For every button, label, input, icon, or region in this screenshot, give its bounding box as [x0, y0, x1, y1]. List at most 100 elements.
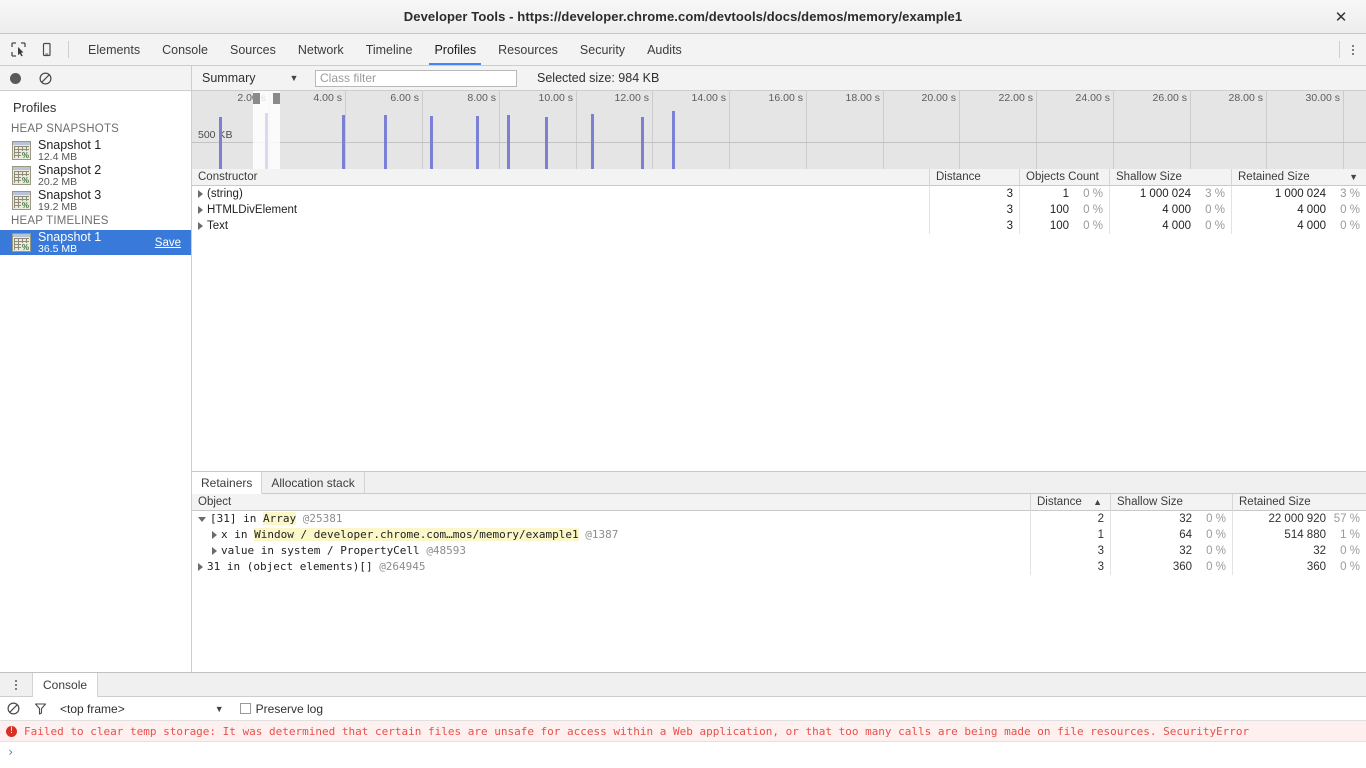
object-id: @48593	[426, 544, 466, 557]
preserve-log-checkbox[interactable]: Preserve log	[240, 702, 323, 716]
tab-allocation-stack[interactable]: Allocation stack	[262, 472, 364, 493]
shallow-size-pct: 3 %	[1191, 186, 1225, 202]
table-row[interactable]: [31] in Array @25381 2 320 % 22 000 9205…	[192, 511, 1366, 527]
sidebar-title: Profiles	[0, 91, 191, 121]
class-filter-input[interactable]	[315, 70, 517, 87]
close-window-button[interactable]: ✕	[1326, 0, 1356, 34]
cell-shallow-size: 320 %	[1110, 543, 1232, 559]
expand-triangle-icon[interactable]	[212, 547, 217, 555]
timeline-selection-left-handle[interactable]	[253, 93, 260, 104]
column-header-object[interactable]: Object	[192, 494, 1030, 511]
expand-triangle-icon[interactable]	[212, 531, 217, 539]
window-title: Developer Tools - https://developer.chro…	[404, 9, 962, 24]
column-header-shallow-size[interactable]: Shallow Size	[1110, 494, 1232, 511]
tab-sources[interactable]: Sources	[219, 34, 287, 65]
object-id: @25381	[303, 512, 343, 525]
tab-audits[interactable]: Audits	[636, 34, 693, 65]
expand-triangle-icon[interactable]	[198, 190, 203, 198]
sidebar-item-snapshot-3[interactable]: % Snapshot 3 19.2 MB	[0, 188, 191, 213]
execution-context-select[interactable]: <top frame> ▼	[60, 702, 224, 716]
heap-timeline-overview[interactable]: 2.00 s4.00 s6.00 s8.00 s10.00 s12.00 s14…	[192, 91, 1366, 169]
save-profile-link[interactable]: Save	[155, 237, 181, 249]
column-header-distance-label: Distance	[1037, 496, 1082, 508]
table-row[interactable]: 31 in (object elements)[] @264945 3 3600…	[192, 559, 1366, 575]
tab-network[interactable]: Network	[287, 34, 355, 65]
table-row[interactable]: value in system / PropertyCell @48593 3 …	[192, 543, 1366, 559]
more-options-icon[interactable]	[1340, 34, 1366, 65]
timeline-bar	[219, 117, 222, 169]
column-header-retained-size[interactable]: Retained Size ▼	[1231, 169, 1366, 186]
cell-retained-size: 1 000 0243 %	[1231, 186, 1366, 202]
drawer-tabbar: Console	[0, 673, 1366, 697]
expand-triangle-icon[interactable]	[198, 563, 203, 571]
tab-resources[interactable]: Resources	[487, 34, 569, 65]
column-header-distance[interactable]: Distance	[929, 169, 1019, 186]
cell-object: 31 in (object elements)[] @264945	[192, 559, 1030, 575]
console-error-message[interactable]: ! Failed to clear temp storage: It was d…	[0, 721, 1366, 742]
constructor-label: HTMLDivElement	[207, 204, 297, 216]
timeline-bar	[591, 114, 594, 169]
clear-console-icon[interactable]	[0, 702, 27, 715]
profiles-panel-toolbar: Summary ▼ Selected size: 984 KB	[0, 66, 1366, 91]
filter-icon[interactable]	[27, 702, 54, 715]
tab-elements[interactable]: Elements	[77, 34, 151, 65]
table-row[interactable]: (string) 3 10 % 1 000 0243 % 1 000 0243 …	[192, 186, 1366, 202]
drawer-more-options-icon[interactable]	[0, 673, 32, 696]
clear-profiles-icon[interactable]	[30, 72, 60, 85]
expand-triangle-icon[interactable]	[198, 206, 203, 214]
tab-profiles[interactable]: Profiles	[423, 34, 487, 65]
timeline-bar	[265, 113, 268, 169]
cell-objects-count: 10 %	[1019, 186, 1109, 202]
collapse-triangle-icon[interactable]	[198, 517, 206, 522]
sidebar-group-heap-snapshots: HEAP SNAPSHOTS	[0, 121, 191, 138]
record-icon[interactable]	[0, 73, 30, 84]
snapshot-icon: %	[12, 141, 31, 160]
expand-triangle-icon[interactable]	[198, 222, 203, 230]
column-header-constructor[interactable]: Constructor	[192, 169, 929, 186]
timeline-bar	[430, 116, 433, 169]
table-row[interactable]: Text 3 1000 % 4 0000 % 4 0000 %	[192, 218, 1366, 234]
profiles-sidebar: Profiles HEAP SNAPSHOTS % Snapshot 1 12.…	[0, 91, 192, 672]
view-mode-select[interactable]: Summary ▼	[202, 71, 302, 85]
table-row[interactable]: x in Window / developer.chrome.com…mos/m…	[192, 527, 1366, 543]
sidebar-item-timeline-snapshot-1[interactable]: % Snapshot 1 36.5 MB Save	[0, 230, 191, 255]
timeline-tick-label: 16.00 s	[769, 92, 803, 104]
column-header-objects-count[interactable]: Objects Count	[1019, 169, 1109, 186]
column-header-retained-size[interactable]: Retained Size	[1232, 494, 1366, 511]
inspect-element-icon[interactable]	[4, 34, 32, 65]
shallow-size-pct: 0 %	[1192, 543, 1226, 559]
timeline-selection-right-handle[interactable]	[273, 93, 280, 104]
timeline-bar	[641, 117, 644, 169]
tab-timeline[interactable]: Timeline	[355, 34, 424, 65]
sidebar-item-snapshot-2[interactable]: % Snapshot 2 20.2 MB	[0, 163, 191, 188]
retainers-tabbar: Retainers Allocation stack	[192, 472, 1366, 494]
timeline-tick-label: 24.00 s	[1076, 92, 1110, 104]
column-header-distance[interactable]: Distance ▲	[1030, 494, 1110, 511]
shallow-size-pct: 0 %	[1191, 218, 1225, 234]
device-toolbar-icon[interactable]	[32, 34, 60, 65]
timeline-bar	[342, 115, 345, 169]
cell-shallow-size: 4 0000 %	[1109, 202, 1231, 218]
cell-shallow-size: 3600 %	[1110, 559, 1232, 575]
sidebar-item-label: Snapshot 1	[38, 230, 101, 244]
object-highlight: Array	[263, 512, 296, 525]
tab-retainers[interactable]: Retainers	[192, 472, 262, 494]
column-header-shallow-size[interactable]: Shallow Size	[1109, 169, 1231, 186]
object-prefix: value in system / PropertyCell	[221, 544, 426, 557]
table-row[interactable]: HTMLDivElement 3 1000 % 4 0000 % 4 0000 …	[192, 202, 1366, 218]
timeline-bar	[476, 116, 479, 169]
shallow-size-value: 360	[1173, 561, 1192, 573]
timeline-ruler: 2.00 s4.00 s6.00 s8.00 s10.00 s12.00 s14…	[192, 91, 1366, 109]
tab-console-drawer[interactable]: Console	[32, 673, 98, 697]
sidebar-item-label: Snapshot 1	[38, 138, 101, 152]
sidebar-item-snapshot-1[interactable]: % Snapshot 1 12.4 MB	[0, 138, 191, 163]
tab-console[interactable]: Console	[151, 34, 219, 65]
sidebar-item-size: 19.2 MB	[38, 202, 101, 214]
retained-size-value: 360	[1307, 561, 1326, 573]
window-titlebar: Developer Tools - https://developer.chro…	[0, 0, 1366, 34]
console-prompt[interactable]: ›	[0, 742, 1366, 762]
retained-size-pct: 0 %	[1326, 202, 1360, 218]
object-prefix: x in	[221, 528, 254, 541]
tab-security[interactable]: Security	[569, 34, 636, 65]
retained-size-pct: 3 %	[1326, 186, 1360, 202]
